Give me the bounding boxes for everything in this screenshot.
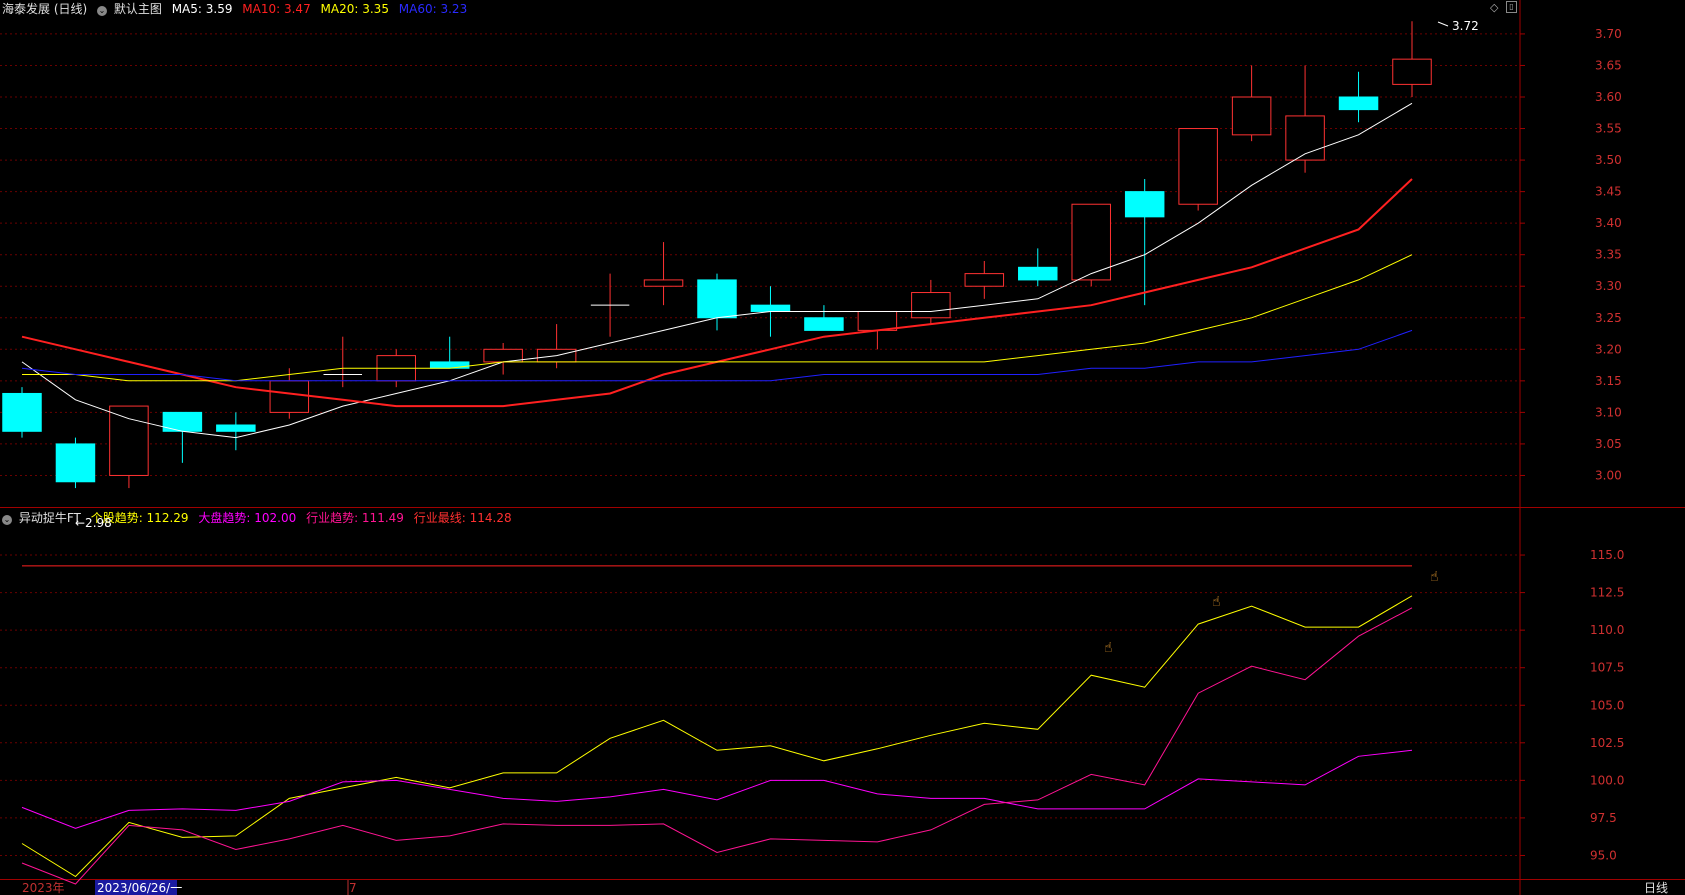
hand-pointer-icon[interactable]: ☝ bbox=[1212, 594, 1221, 610]
y-tick-label: 3.05 bbox=[1595, 437, 1622, 451]
y-tick-label: 3.25 bbox=[1595, 311, 1622, 325]
y-tick-label: 97.5 bbox=[1590, 811, 1617, 825]
candle[interactable] bbox=[1338, 71, 1379, 123]
y-tick-label: 115.0 bbox=[1590, 548, 1624, 562]
y-tick-label: 3.45 bbox=[1595, 185, 1622, 199]
y-tick-label: 3.35 bbox=[1595, 248, 1622, 262]
hand-pointer-icon[interactable]: ☝ bbox=[1430, 569, 1439, 585]
candle[interactable] bbox=[2, 387, 42, 438]
candle[interactable] bbox=[964, 261, 1005, 299]
y-tick-label: 3.65 bbox=[1595, 58, 1622, 72]
stock-chart[interactable]: 3.70 3.65 3.60 3.55 3.50 3.45 3.40 3.35 3.30 3.25… bbox=[0, 0, 1685, 895]
candle[interactable] bbox=[1392, 21, 1432, 97]
hand-pointer-icon[interactable]: ☝ bbox=[1104, 640, 1113, 656]
y-tick-label: 95.0 bbox=[1590, 848, 1617, 862]
y-tick-label: 102.5 bbox=[1590, 736, 1624, 750]
candle[interactable] bbox=[697, 273, 737, 331]
y-tick-label: 3.10 bbox=[1595, 405, 1622, 419]
candle[interactable] bbox=[804, 305, 844, 331]
y-tick-label: 3.15 bbox=[1595, 374, 1622, 388]
market-trend-line bbox=[21, 749, 1413, 829]
y-tick-label: 3.55 bbox=[1595, 122, 1622, 136]
cursor-date-label: 2023/06/26/一 bbox=[97, 881, 182, 895]
y-tick-label: 3.60 bbox=[1595, 90, 1622, 104]
candle[interactable] bbox=[911, 279, 951, 325]
industry-trend-line bbox=[21, 607, 1413, 885]
ma60-line bbox=[21, 329, 1413, 382]
candle[interactable] bbox=[1231, 65, 1272, 142]
candle[interactable] bbox=[590, 273, 630, 337]
y-tick-label: 100.0 bbox=[1590, 773, 1624, 787]
high-pointer-icon bbox=[1437, 21, 1449, 27]
y-tick-label: 3.30 bbox=[1595, 279, 1622, 293]
high-price-label: 3.72 bbox=[1452, 19, 1479, 33]
y-tick-label: 3.50 bbox=[1595, 153, 1622, 167]
month-label: 7 bbox=[349, 881, 357, 895]
y-tick-label: 107.5 bbox=[1590, 661, 1624, 675]
candle[interactable] bbox=[216, 412, 256, 451]
candle[interactable] bbox=[55, 437, 96, 489]
stock-trend-line bbox=[21, 595, 1413, 878]
y-tick-label: 105.0 bbox=[1590, 698, 1624, 712]
y-tick-label: 3.00 bbox=[1595, 468, 1622, 482]
candle[interactable] bbox=[483, 343, 523, 375]
y-tick-label: 3.20 bbox=[1595, 342, 1622, 356]
low-price-label: ←2.98 bbox=[75, 516, 112, 530]
candle[interactable] bbox=[162, 411, 203, 463]
candle[interactable] bbox=[1178, 128, 1218, 211]
candle[interactable] bbox=[1285, 65, 1325, 173]
candle[interactable] bbox=[429, 336, 470, 369]
candle[interactable] bbox=[643, 242, 684, 306]
y-tick-label: 3.40 bbox=[1595, 216, 1622, 230]
y-tick-label: 3.70 bbox=[1595, 27, 1622, 41]
period-label[interactable]: 日线 bbox=[1644, 881, 1668, 895]
candle[interactable] bbox=[1018, 248, 1058, 287]
y-tick-label: 110.0 bbox=[1590, 623, 1624, 637]
y-tick-label: 112.5 bbox=[1590, 586, 1624, 600]
candle[interactable] bbox=[323, 336, 363, 388]
year-label: 2023年 bbox=[22, 881, 65, 895]
